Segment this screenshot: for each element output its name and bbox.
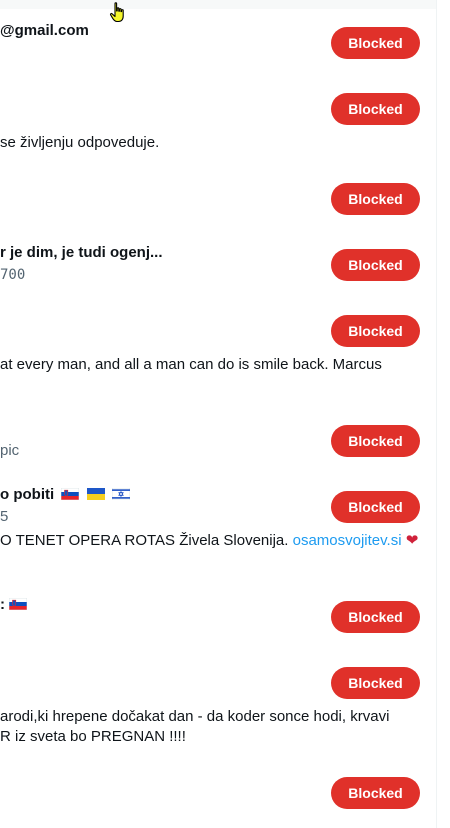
account-name[interactable]: : xyxy=(0,596,5,613)
account-bio: arodi,ki hrepene dočakat dan - da koder … xyxy=(0,708,390,725)
account-name-line: o pobiti xyxy=(0,485,130,505)
account-bio-line: O TENET OPERA ROTAS Živela Slovenija. os… xyxy=(0,531,418,551)
blocked-button[interactable]: Blocked xyxy=(331,425,420,457)
account-handle: 700 xyxy=(0,267,26,283)
blocked-button[interactable]: Blocked xyxy=(331,183,420,215)
israel-flag-icon xyxy=(111,488,130,500)
column-divider xyxy=(436,0,437,828)
account-handle: pic xyxy=(0,442,20,459)
account-name[interactable]: r je dim, je tudi ogenj... xyxy=(0,243,163,263)
top-strip xyxy=(0,0,436,9)
account-name[interactable]: o pobiti xyxy=(0,486,54,503)
slovenia-flag-icon xyxy=(61,488,80,500)
blocked-button[interactable]: Blocked xyxy=(331,601,420,633)
blocked-button[interactable]: Blocked xyxy=(331,315,420,347)
account-name-line: : xyxy=(0,595,28,615)
blocked-button[interactable]: Blocked xyxy=(331,491,420,523)
blocked-button[interactable]: Blocked xyxy=(331,667,420,699)
ukraine-flag-icon xyxy=(86,488,105,500)
account-bio-continued: R iz sveta bo PREGNAN !!!! xyxy=(0,728,186,745)
account-bio: O TENET OPERA ROTAS Živela Slovenija. xyxy=(0,532,289,549)
blocked-button[interactable]: Blocked xyxy=(331,777,420,809)
red-heart-icon: ❤ xyxy=(405,532,419,549)
account-name[interactable]: @gmail.com xyxy=(0,21,89,41)
account-handle: 5 xyxy=(0,508,9,525)
account-bio: at every man, and all a man can do is sm… xyxy=(0,356,382,373)
hand-pointer-icon xyxy=(109,2,124,23)
blocked-button[interactable]: Blocked xyxy=(331,249,420,281)
bio-link[interactable]: osamosvojitev.si xyxy=(293,532,402,549)
blocked-button[interactable]: Blocked xyxy=(331,93,420,125)
account-bio: se življenju odpoveduje. xyxy=(0,134,160,151)
blocked-button[interactable]: Blocked xyxy=(331,27,420,59)
slovenia-flag-icon xyxy=(9,598,28,610)
